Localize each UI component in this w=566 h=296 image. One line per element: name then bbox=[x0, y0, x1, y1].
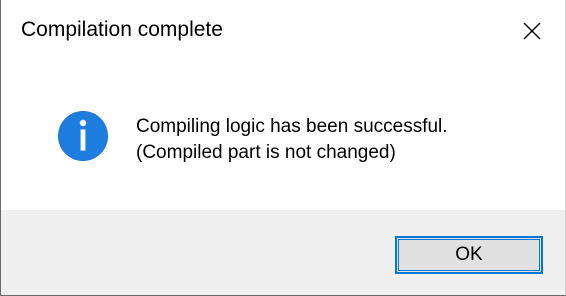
ok-button-label: OK bbox=[455, 244, 483, 265]
dialog-message: Compiling logic has been successful. (Co… bbox=[136, 114, 448, 166]
close-button[interactable] bbox=[499, 0, 565, 62]
ok-button[interactable]: OK bbox=[395, 236, 543, 274]
message-line-2: (Compiled part is not changed) bbox=[136, 142, 396, 163]
dialog-body: Compiling logic has been successful. (Co… bbox=[1, 62, 565, 210]
message-line-1: Compiling logic has been successful. bbox=[136, 116, 448, 137]
button-bar: OK bbox=[1, 210, 565, 295]
compilation-dialog: Compilation complete Compiling logic has… bbox=[0, 0, 566, 296]
title-bar[interactable]: Compilation complete bbox=[1, 0, 565, 62]
info-icon bbox=[58, 111, 108, 161]
dialog-title: Compilation complete bbox=[21, 18, 223, 41]
close-icon bbox=[523, 22, 541, 40]
